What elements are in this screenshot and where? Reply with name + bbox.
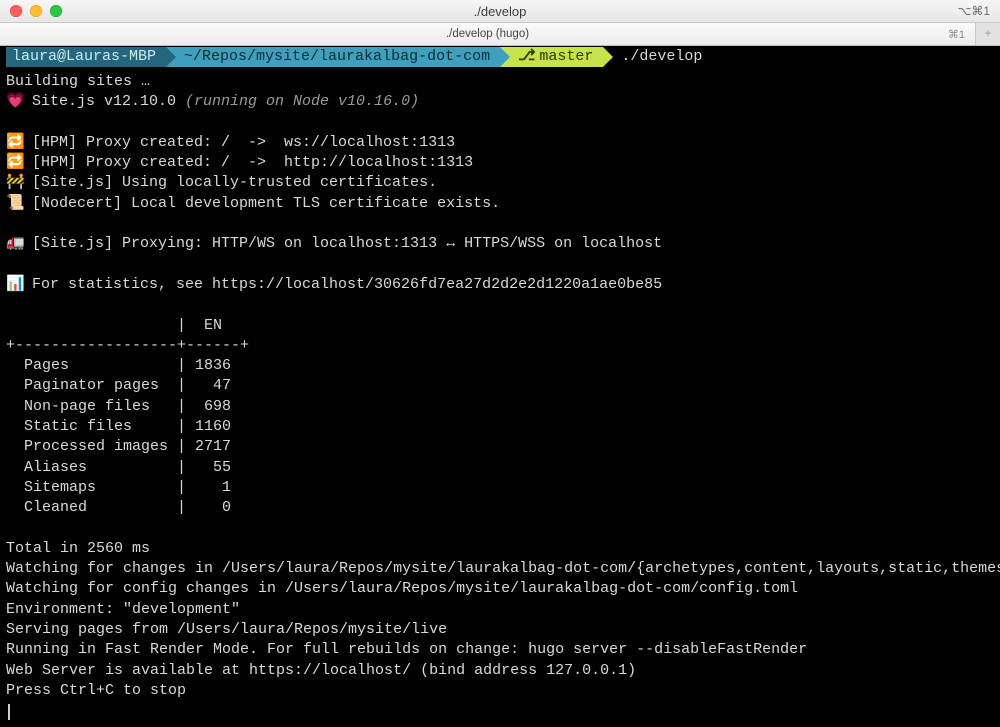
prompt-git-branch: ⎇master [500,47,603,67]
traffic-lights [0,5,62,17]
loop-icon: 🔁 [6,133,32,153]
close-icon[interactable] [10,5,22,17]
construction-icon: 🚧 [6,173,32,193]
terminal-output: Building sites …💗Site.js v12.10.0 (runni… [0,68,1000,717]
truck-icon: 🚛 [6,234,32,254]
prompt-user-host: laura@Lauras-MBP [6,47,166,67]
output-line [6,214,996,234]
prompt-command: ./develop [621,47,702,67]
add-tab-button[interactable]: + [975,23,1000,45]
chart-icon: 📊 [6,275,32,295]
output-line: Web Server is available at https://local… [6,661,996,681]
output-line: Building sites … [6,72,996,92]
output-line: Running in Fast Render Mode. For full re… [6,640,996,660]
output-line [6,295,996,315]
window-titlebar: ./develop ⌥⌘1 [0,0,1000,23]
loop-icon: 🔁 [6,153,32,173]
tab-strip: ./develop (hugo) ⌘1 + [0,23,1000,46]
output-line: 🚧[Site.js] Using locally-trusted certifi… [6,173,996,193]
prompt-cwd: ~/Repos/mysite/laurakalbag-dot-com [166,47,500,67]
output-line: 🔁[HPM] Proxy created: / -> http://localh… [6,153,996,173]
cursor-icon [8,704,10,720]
output-line: 📊For statistics, see https://localhost/3… [6,275,996,295]
tab-shortcut: ⌘1 [948,28,965,41]
output-line: 🚛[Site.js] Proxying: HTTP/WS on localhos… [6,234,996,254]
output-line: Watching for changes in /Users/laura/Rep… [6,559,996,579]
output-line [6,113,996,133]
output-line: 📜[Nodecert] Local development TLS certif… [6,194,996,214]
output-line [6,701,996,717]
heart-icon: 💗 [6,92,32,112]
scroll-icon: 📜 [6,194,32,214]
tab-label: ./develop (hugo) [0,28,975,40]
output-line: Environment: "development" [6,600,996,620]
shell-prompt: laura@Lauras-MBP ~/Repos/mysite/laurakal… [0,46,1000,68]
zoom-icon[interactable] [50,5,62,17]
output-line [6,255,996,275]
output-line: Total in 2560 ms [6,539,996,559]
tab-terminal[interactable]: ./develop (hugo) ⌘1 [0,23,975,45]
output-line: Press Ctrl+C to stop [6,681,996,701]
output-line: 🔁[HPM] Proxy created: / -> ws://localhos… [6,133,996,153]
output-line: Serving pages from /Users/laura/Repos/my… [6,620,996,640]
output-line [6,519,996,539]
minimize-icon[interactable] [30,5,42,17]
branch-icon: ⎇ [518,47,535,67]
build-stats-table: | EN +------------------+------+ Pages |… [6,316,996,519]
window-shortcut: ⌥⌘1 [957,4,990,18]
terminal[interactable]: laura@Lauras-MBP ~/Repos/mysite/laurakal… [0,46,1000,727]
output-line: 💗Site.js v12.10.0 (running on Node v10.1… [6,92,996,112]
plus-icon: + [985,28,992,40]
output-line: Watching for config changes in /Users/la… [6,579,996,599]
window-title: ./develop [0,4,1000,19]
